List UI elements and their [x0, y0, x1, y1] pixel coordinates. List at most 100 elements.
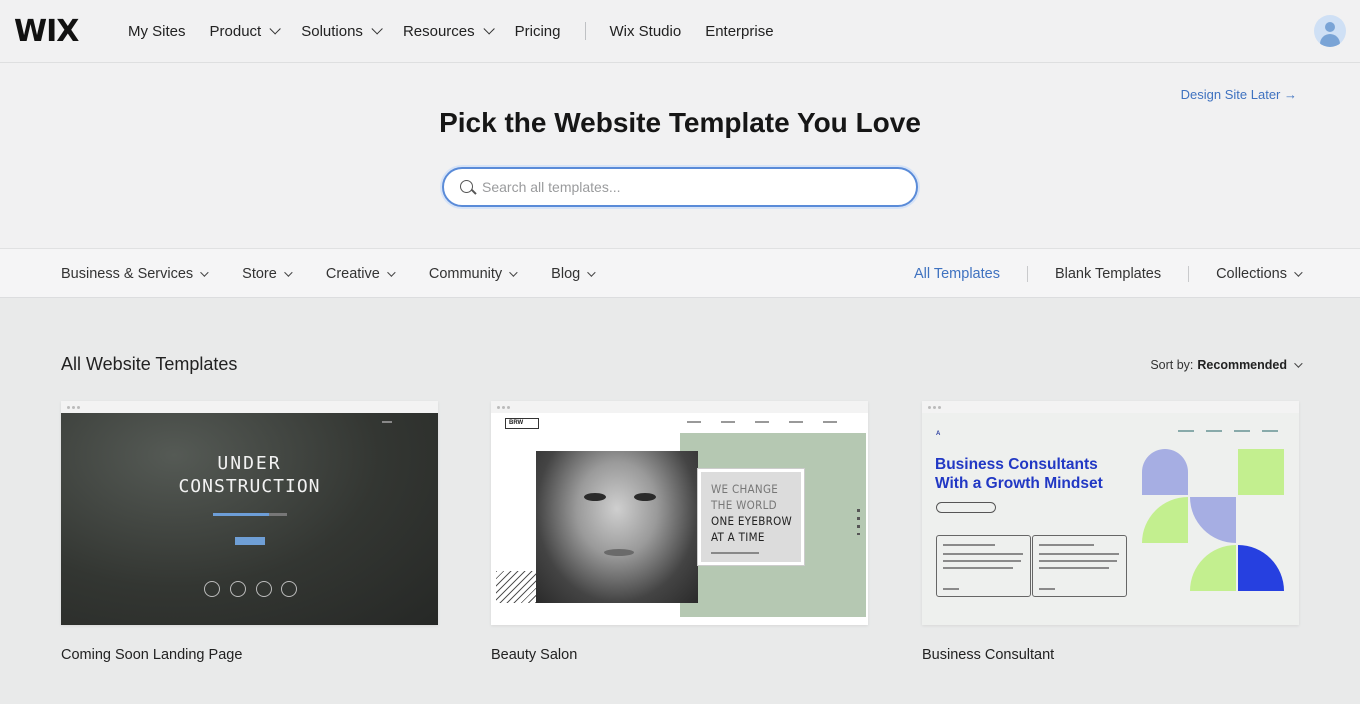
decor-shape [1238, 449, 1284, 495]
tab-blank-templates[interactable]: Blank Templates [1055, 266, 1161, 282]
template-card[interactable]: BRW WE CHANGE THE WORLD ONE EYEBROW AT A… [491, 401, 868, 663]
category-store[interactable]: Store [242, 266, 293, 282]
nav-enterprise[interactable]: Enterprise [705, 23, 773, 40]
category-label: Store [242, 266, 277, 282]
nav-pricing[interactable]: Pricing [515, 23, 561, 40]
template-name[interactable]: Beauty Salon [491, 647, 868, 663]
tab-divider [1026, 266, 1028, 282]
hero-section: Design Site Later → Pick the Website Tem… [0, 63, 1360, 248]
nav-label: Pricing [514, 22, 561, 40]
nav-label: My Sites [128, 22, 186, 40]
category-community[interactable]: Community [429, 266, 518, 282]
preview-heading: CONSTRUCTION [178, 476, 321, 497]
category-label: Blog [551, 266, 581, 282]
search-input[interactable] [482, 177, 902, 197]
browser-chrome [61, 401, 438, 413]
chevron-down-icon [1294, 268, 1303, 277]
twitter-icon [281, 581, 297, 597]
instagram-icon [256, 581, 272, 597]
top-nav: WIX My Sites Product Solutions Resources… [0, 0, 1360, 63]
preview-info-box [936, 535, 1031, 597]
chevron-down-icon [1294, 359, 1303, 368]
browser-chrome [491, 401, 868, 413]
template-card[interactable]: A Business Consultants With a Growth Min… [922, 401, 1299, 663]
preview-logo: BRW [505, 418, 539, 429]
template-name[interactable]: Coming Soon Landing Page [61, 647, 438, 663]
design-site-later-link[interactable]: Design Site Later → [1181, 87, 1297, 102]
preview-button [235, 537, 265, 545]
preview-text: AT A TIME [711, 530, 765, 544]
template-preview[interactable]: UNDER CONSTRUCTION [61, 401, 438, 625]
user-avatar-icon[interactable] [1314, 15, 1346, 47]
nav-label: Solutions [301, 22, 363, 40]
preview-text: WE CHANGE [711, 482, 779, 496]
tab-all-templates[interactable]: All Templates [914, 266, 1000, 282]
decor-shape [1190, 545, 1236, 591]
category-label: Creative [325, 266, 380, 282]
chevron-down-icon [371, 23, 383, 35]
sort-dropdown[interactable]: Sort by: Recommended [1150, 358, 1303, 372]
browser-chrome [922, 401, 1299, 413]
wix-logo[interactable]: WIX [14, 14, 79, 49]
facebook-icon [204, 581, 220, 597]
decor-shape [1142, 449, 1188, 495]
category-creative[interactable]: Creative [325, 266, 396, 282]
main-nav: My Sites Product Solutions Resources Pri… [128, 22, 798, 40]
nav-label: Product [209, 22, 262, 40]
preview-info-box [1032, 535, 1127, 597]
menu-icon [382, 421, 392, 423]
chevron-down-icon [284, 268, 293, 277]
preview-headline-line: Business Consultants [935, 456, 1098, 473]
preview-text: THE WORLD [711, 498, 777, 512]
chevron-down-icon [387, 268, 396, 277]
page-title: Pick the Website Template You Love [439, 107, 921, 138]
nav-product[interactable]: Product [209, 22, 281, 40]
tab-collections[interactable]: Collections [1216, 266, 1303, 282]
chevron-down-icon [483, 23, 495, 35]
nav-label: Resources [402, 22, 475, 40]
nav-label: Enterprise [705, 22, 774, 40]
progress-bar [213, 513, 287, 516]
tab-divider [1188, 266, 1190, 282]
sort-value: Recommended [1197, 358, 1287, 372]
nav-my-sites[interactable]: My Sites [128, 23, 186, 40]
nav-solutions[interactable]: Solutions [301, 22, 383, 40]
preview-portrait-image [536, 451, 698, 603]
template-tabs: All Templates Blank Templates Collection… [914, 266, 1303, 282]
preview-headline-line: With a Growth Mindset [935, 475, 1103, 492]
preview-pill-button [936, 502, 996, 513]
template-preview[interactable]: BRW WE CHANGE THE WORLD ONE EYEBROW AT A… [491, 401, 868, 625]
nav-resources[interactable]: Resources [402, 22, 495, 40]
sort-label: Sort by: [1150, 358, 1194, 372]
avatar-body [1320, 34, 1340, 47]
chevron-down-icon [587, 268, 596, 277]
preview-text: ONE EYEBROW [711, 514, 793, 528]
preview-nav [1178, 430, 1290, 432]
decor-shape [1142, 497, 1188, 543]
chevron-down-icon [200, 268, 209, 277]
preview-heading: UNDER [217, 453, 282, 474]
preview-headline: Business Consultants With a Growth Minds… [935, 455, 1103, 493]
chevron-down-icon [509, 268, 518, 277]
category-label: Business & Services [61, 266, 194, 282]
search-icon [460, 180, 473, 193]
linkedin-icon [230, 581, 246, 597]
template-search-box[interactable] [442, 167, 918, 207]
under-construction-preview: UNDER CONSTRUCTION [61, 413, 438, 625]
preview-logo: A [936, 431, 941, 437]
preview-nav [687, 421, 857, 423]
preview-cta-line [711, 552, 759, 554]
preview-dots [857, 509, 860, 535]
nav-divider [584, 22, 586, 40]
nav-wix-studio[interactable]: Wix Studio [610, 23, 682, 40]
category-business-services[interactable]: Business & Services [61, 266, 209, 282]
template-name[interactable]: Business Consultant [922, 647, 1299, 663]
decor-shape [1190, 497, 1236, 543]
template-card[interactable]: UNDER CONSTRUCTION Coming Soon Landing P… [61, 401, 438, 663]
category-bar: Business & Services Store Creative Commu… [0, 248, 1360, 298]
business-consultant-preview: A Business Consultants With a Growth Min… [922, 413, 1299, 625]
template-preview[interactable]: A Business Consultants With a Growth Min… [922, 401, 1299, 625]
category-menu: Business & Services Store Creative Commu… [61, 266, 629, 282]
section-title: All Website Templates [61, 354, 238, 374]
category-blog[interactable]: Blog [551, 266, 596, 282]
